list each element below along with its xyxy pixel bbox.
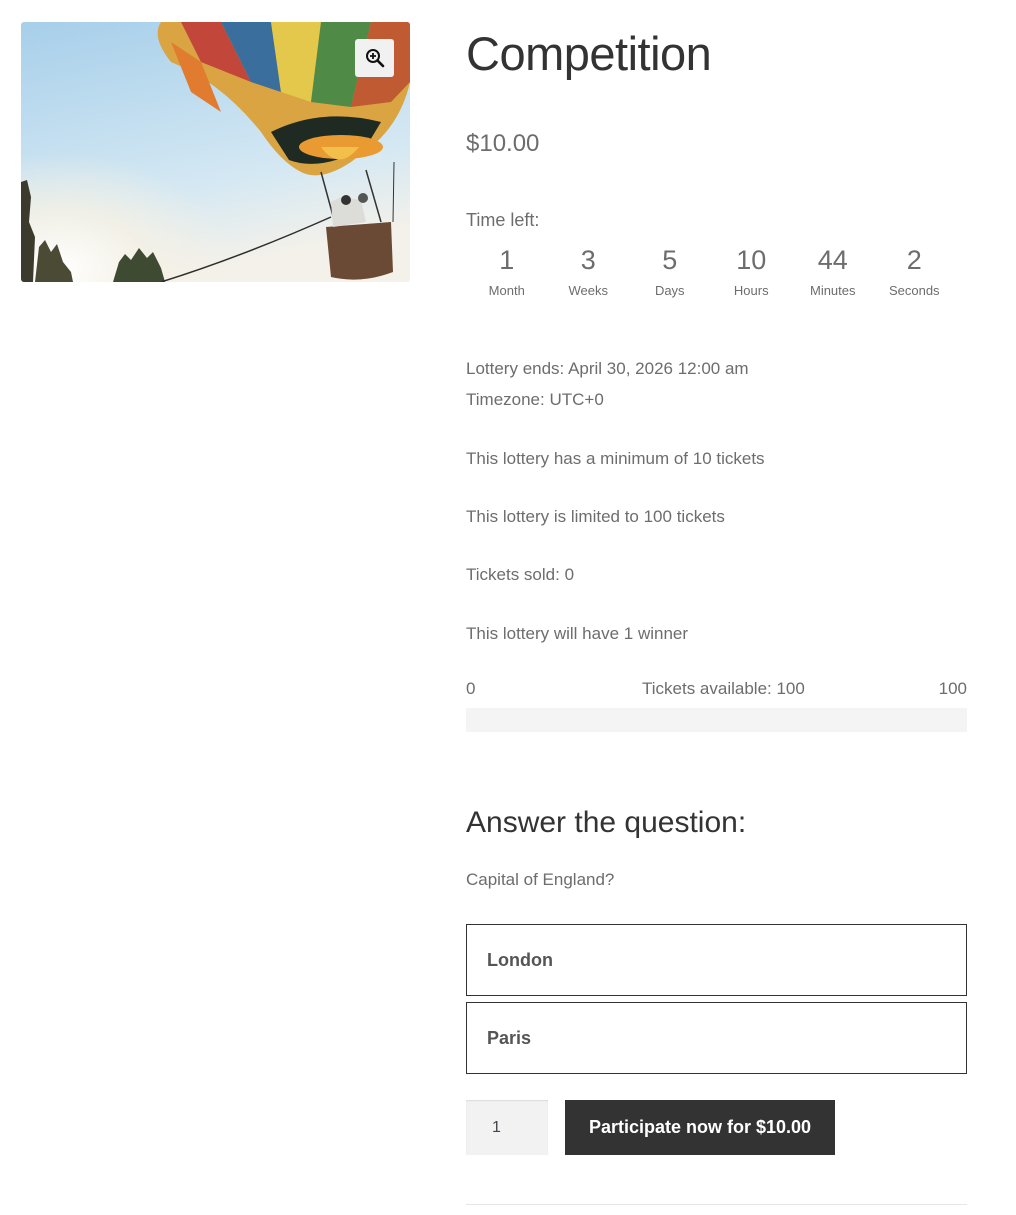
countdown-unit-label: Hours — [733, 283, 769, 298]
product-title: Competition — [466, 27, 712, 80]
progress-max-label: 100 — [938, 679, 967, 698]
ticket-progress-labels: 0 Tickets available: 100 100 — [466, 679, 967, 701]
countdown-month: 1 Month — [466, 243, 548, 298]
quantity-input[interactable] — [466, 1100, 548, 1155]
countdown-unit-label: Seconds — [888, 283, 940, 298]
divider — [466, 1204, 967, 1205]
countdown-value: 1 — [499, 245, 515, 275]
product-image[interactable] — [21, 22, 410, 282]
countdown-label: Time left: — [466, 210, 540, 230]
lottery-max-tickets: This lottery is limited to 100 tickets — [466, 507, 725, 526]
countdown-timer: 1 Month 3 Weeks 5 Days 10 Hours 44 Minut… — [466, 243, 956, 298]
answer-option-paris[interactable]: Paris — [466, 1002, 967, 1074]
question-heading: Answer the question: — [466, 806, 747, 839]
countdown-value: 3 — [580, 245, 596, 275]
lottery-min-tickets: This lottery has a minimum of 10 tickets — [466, 449, 765, 468]
countdown-unit-label: Weeks — [568, 283, 609, 298]
countdown-unit-label: Minutes — [809, 283, 856, 298]
zoom-button[interactable] — [355, 39, 394, 77]
countdown-seconds: 2 Seconds — [874, 243, 956, 298]
countdown-weeks: 3 Weeks — [548, 243, 630, 298]
countdown-value: 2 — [906, 245, 922, 275]
answer-option-london[interactable]: London — [466, 924, 967, 996]
countdown-value: 44 — [817, 245, 848, 275]
magnifier-plus-icon — [365, 49, 384, 68]
lottery-winners: This lottery will have 1 winner — [466, 624, 689, 643]
lottery-timezone: Timezone: UTC+0 — [466, 390, 604, 409]
countdown-unit-label: Days — [654, 283, 685, 298]
answer-label: Paris — [487, 1027, 532, 1048]
countdown-hours: 10 Hours — [711, 243, 793, 298]
countdown-unit-label: Month — [488, 283, 525, 298]
countdown-value: 10 — [736, 245, 767, 275]
tickets-available-label: Tickets available: 100 — [642, 679, 805, 698]
tickets-sold: Tickets sold: 0 — [466, 565, 575, 584]
progress-min-label: 0 — [466, 679, 476, 698]
answer-label: London — [487, 949, 553, 970]
countdown-days: 5 Days — [629, 243, 711, 298]
hot-air-balloon-photo — [21, 22, 410, 282]
lottery-end-date: Lottery ends: April 30, 2026 12:00 am — [466, 359, 749, 378]
question-text: Capital of England? — [466, 870, 615, 889]
countdown-minutes: 44 Minutes — [792, 243, 874, 298]
participate-button[interactable]: Participate now for $10.00 — [565, 1100, 835, 1155]
countdown-value: 5 — [662, 245, 678, 275]
ticket-progress-bar — [466, 708, 967, 732]
product-price: $10.00 — [466, 130, 540, 157]
